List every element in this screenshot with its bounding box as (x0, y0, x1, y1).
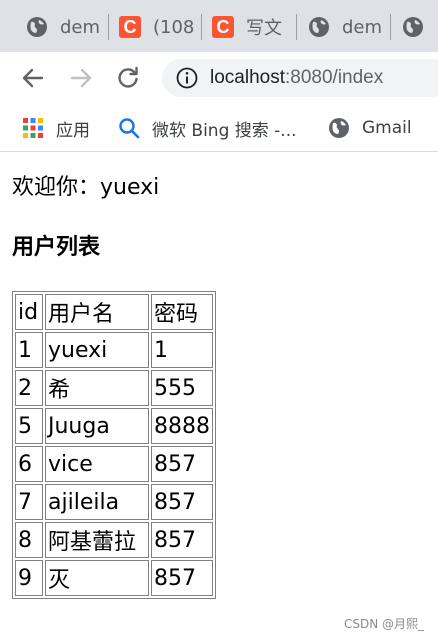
bookmark-label: 应用 (56, 120, 90, 141)
cell-id: 7 (15, 484, 43, 520)
address-bar[interactable]: localhost:8080/index (162, 59, 438, 97)
address-url: localhost:8080/index (210, 67, 383, 89)
table-row: 7 ajileila 857 (15, 484, 213, 520)
cell-password: 857 (151, 446, 213, 482)
header-username: 用户名 (45, 294, 149, 330)
reload-icon[interactable] (114, 64, 142, 92)
header-password: 密码 (151, 294, 213, 330)
cell-id: 2 (15, 370, 43, 406)
tab-1[interactable]: dem (12, 8, 108, 46)
bookmark-apps[interactable]: 应用 (22, 114, 90, 142)
bookmark-gmail[interactable]: Gmail (328, 114, 412, 142)
tab-5[interactable] (388, 8, 438, 46)
back-arrow-icon[interactable] (19, 64, 47, 92)
url-host: localhost (210, 67, 285, 88)
cell-username: Juuga (45, 408, 149, 444)
table-header-row: id 用户名 密码 (15, 294, 213, 330)
cell-username: yuexi (45, 332, 149, 368)
forward-arrow-icon[interactable] (67, 64, 95, 92)
apps-grid-icon (23, 118, 43, 138)
cell-password: 857 (151, 560, 213, 596)
cell-id: 1 (15, 332, 43, 368)
globe-icon (329, 118, 349, 138)
globe-icon (27, 17, 47, 37)
search-icon (119, 118, 140, 139)
cell-id: 5 (15, 408, 43, 444)
welcome-message: 欢迎你：yuexi (12, 175, 160, 200)
cell-id: 9 (15, 560, 43, 596)
csdn-watermark: CSDN @月熙_ (343, 617, 424, 631)
cell-username: 阿基蕾拉 (45, 522, 149, 558)
tab-title: dem (60, 16, 101, 38)
cell-password: 857 (151, 522, 213, 558)
tab-title: (108 (153, 16, 195, 38)
csdn-c-icon: C (212, 16, 234, 38)
page-content: 欢迎你：yuexi 用户列表 id 用户名 密码 1 yuexi 1 2 希 5… (0, 153, 438, 642)
bookmark-label: Gmail (362, 118, 412, 138)
bookmark-label: 微软 Bing 搜索 -... (152, 120, 297, 141)
bookmark-bing[interactable]: 微软 Bing 搜索 -... (118, 114, 297, 142)
tab-title: dem (342, 16, 383, 38)
cell-id: 6 (15, 446, 43, 482)
cell-username: ajileila (45, 484, 149, 520)
table-row: 2 希 555 (15, 370, 213, 406)
table-row: 9 灭 857 (15, 560, 213, 596)
tab-4[interactable]: dem (294, 8, 390, 46)
cell-password: 8888 (151, 408, 213, 444)
table-row: 1 yuexi 1 (15, 332, 213, 368)
csdn-c-icon: C (119, 16, 141, 38)
table-row: 6 vice 857 (15, 446, 213, 482)
cell-username: 希 (45, 370, 149, 406)
tab-strip: dem C (108 C 写文 dem (0, 0, 438, 52)
table-row: 8 阿基蕾拉 857 (15, 522, 213, 558)
tab-3[interactable]: C 写文 (198, 8, 296, 46)
url-path: :8080/index (285, 67, 384, 88)
info-icon[interactable] (176, 67, 198, 89)
cell-password: 555 (151, 370, 213, 406)
tab-2[interactable]: C (108 (105, 8, 201, 46)
bookmarks-bar: 应用 微软 Bing 搜索 -... Gmail (0, 104, 438, 152)
cell-password: 857 (151, 484, 213, 520)
cell-username: vice (45, 446, 149, 482)
table-row: 5 Juuga 8888 (15, 408, 213, 444)
globe-icon (403, 17, 423, 37)
cell-id: 8 (15, 522, 43, 558)
browser-toolbar: localhost:8080/index (0, 52, 438, 104)
header-id: id (15, 294, 43, 330)
page-title: 用户列表 (12, 235, 101, 260)
cell-username: 灭 (45, 560, 149, 596)
globe-icon (309, 17, 329, 37)
cell-password: 1 (151, 332, 213, 368)
user-table: id 用户名 密码 1 yuexi 1 2 希 555 5 Juuga 8888 (12, 291, 216, 599)
tab-title: 写文 (246, 18, 282, 39)
